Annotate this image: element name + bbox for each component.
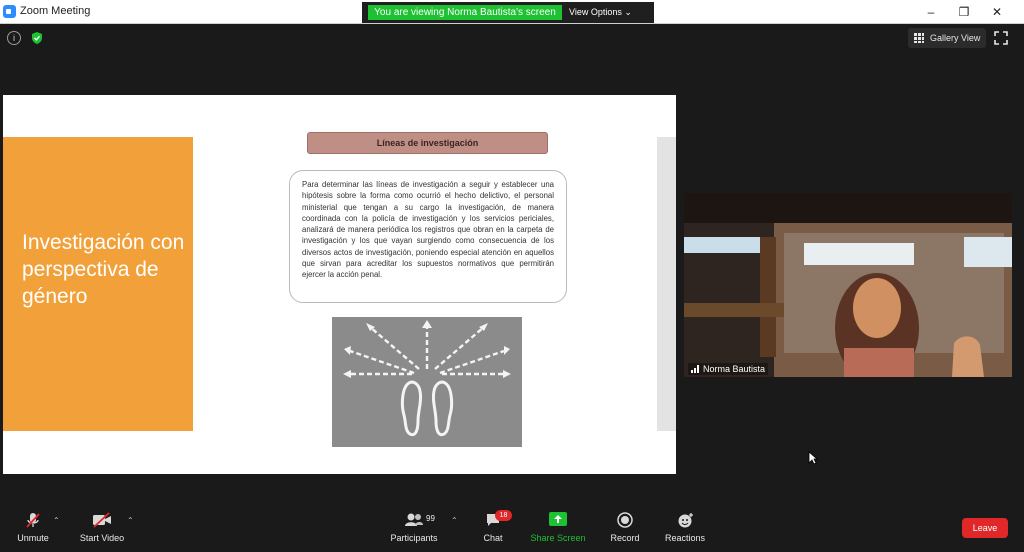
close-button[interactable]: ✕ [982,3,1012,21]
participant-name: Norma Bautista [703,364,766,374]
slide-right-edge [657,137,676,431]
mouse-cursor-icon [808,451,818,465]
share-screen-button[interactable]: Share Screen [530,512,586,548]
participants-icon [405,513,423,526]
share-screen-label: Share Screen [530,533,586,543]
signal-icon [691,365,699,373]
video-options-caret[interactable]: ⌃ [127,516,134,525]
gallery-view-label: Gallery View [930,33,981,43]
participant-name-tag: Norma Bautista [688,363,769,375]
reactions-label: Reactions [664,533,706,543]
title-panel: Investigación con perspectiva de género [3,137,193,431]
start-video-button[interactable]: Start Video [78,512,126,548]
info-icon[interactable]: i [7,31,21,45]
muted-microphone-icon [26,513,40,528]
minimize-button[interactable]: – [916,3,946,21]
leave-button[interactable]: Leave [962,518,1008,538]
slide-title: Investigación con perspectiva de género [22,231,185,308]
record-button[interactable]: Record [606,512,644,548]
maximize-button[interactable]: ❐ [949,3,979,21]
viewing-screen-label: You are viewing Norma Bautista's screen [368,5,562,20]
shared-screen-slide: Investigación con perspectiva de género … [3,95,676,474]
zoom-app-icon [3,5,16,18]
footprints-arrows-image [332,317,522,447]
chat-label: Chat [483,533,503,543]
shield-icon[interactable] [30,31,44,45]
reactions-button[interactable]: Reactions [662,512,708,548]
record-icon [617,512,633,528]
window-title: Zoom Meeting [20,5,91,17]
video-frame [684,193,1012,377]
view-options-button[interactable]: View Options ⌄ [569,6,632,19]
screen-share-banner: You are viewing Norma Bautista's screen … [362,2,654,23]
slide-heading: Líneas de investigación [307,132,548,154]
share-screen-icon [549,512,567,526]
reactions-icon [678,513,693,528]
unmute-label: Unmute [17,533,49,543]
gallery-view-button[interactable]: Gallery View [908,28,986,48]
fullscreen-icon[interactable] [994,31,1008,45]
chat-unread-badge: 18 [495,510,512,521]
slide-body-text: Para determinar las líneas de investigac… [289,170,567,303]
unmute-button[interactable]: Unmute [12,512,54,548]
participant-video-tile[interactable]: Norma Bautista [684,193,1012,377]
record-label: Record [610,533,640,543]
participants-count: 99 [426,514,435,523]
participants-options-caret[interactable]: ⌃ [451,516,458,525]
start-video-label: Start Video [79,533,125,543]
video-off-icon [93,512,111,528]
grid-icon [914,33,924,43]
participants-label: Participants [390,533,438,543]
audio-options-caret[interactable]: ⌃ [53,516,60,525]
